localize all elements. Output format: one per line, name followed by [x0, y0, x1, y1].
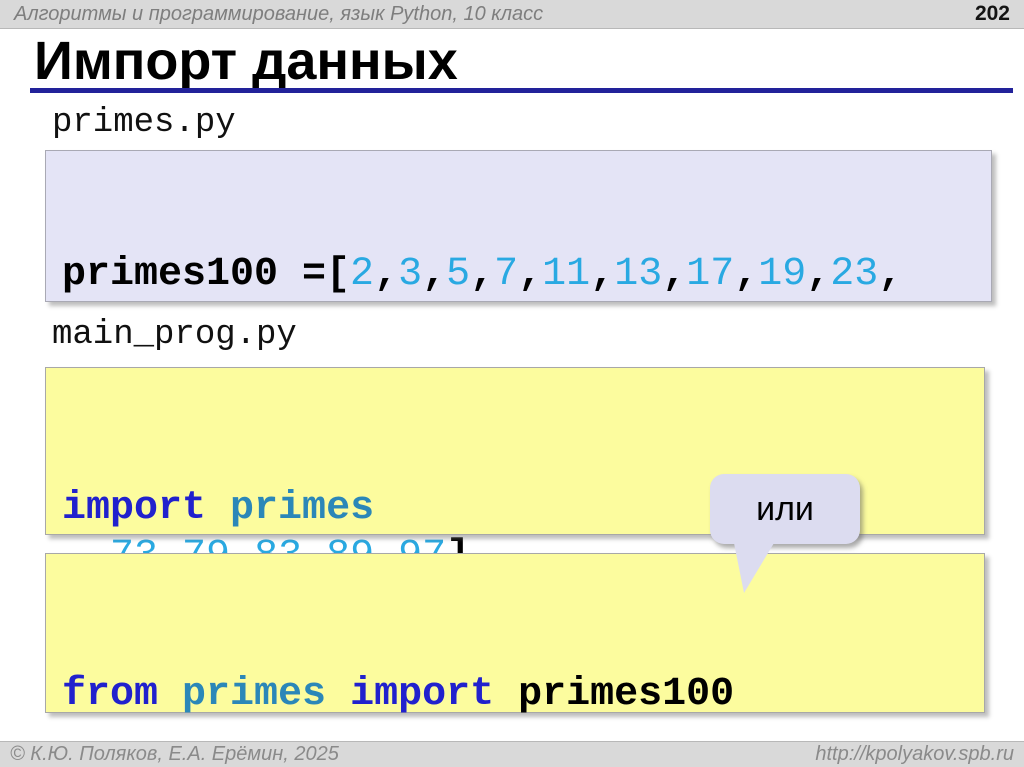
code-token: primes	[182, 672, 326, 717]
code-token: ,	[734, 252, 758, 297]
copyright-text: © К.Ю. Поляков, Е.А. Ерёмин, 2025	[10, 743, 815, 766]
page-number: 202	[975, 2, 1010, 26]
code-token: primes100 =[	[62, 252, 350, 297]
code-token: import	[350, 672, 494, 717]
code-token: 17	[686, 252, 734, 297]
code-token: ,	[518, 252, 542, 297]
page-title: Импорт данных	[34, 34, 458, 88]
footer-bar: © К.Ю. Поляков, Е.А. Ерёмин, 2025 http:/…	[0, 741, 1024, 767]
title-underline	[30, 88, 1013, 93]
code-token: ,	[470, 252, 494, 297]
code-token	[158, 672, 182, 717]
code-token: ,	[878, 252, 902, 297]
file-label-main: main_prog.py	[52, 316, 297, 354]
or-callout-bubble: или	[710, 474, 860, 544]
code-token: ,	[590, 252, 614, 297]
import-variant-2-box: from primes import primes100 for p in pr…	[45, 553, 985, 713]
code-token: ,	[374, 252, 398, 297]
site-url-link[interactable]: http://kpolyakov.spb.ru	[815, 743, 1014, 766]
code-token: primes	[230, 486, 374, 531]
code-token: 7	[494, 252, 518, 297]
primes-data-box: primes100 =[2,3,5,7,11,13,17,19,23, 29,3…	[45, 150, 992, 302]
code-token: 11	[542, 252, 590, 297]
code-token: 3	[398, 252, 422, 297]
slide: Алгоритмы и программирование, язык Pytho…	[0, 0, 1024, 767]
code-token: 19	[758, 252, 806, 297]
header-bar: Алгоритмы и программирование, язык Pytho…	[0, 0, 1024, 29]
code-token: ,	[662, 252, 686, 297]
code-line: from primes import primes100	[62, 668, 984, 721]
code-token	[326, 672, 350, 717]
code-token: 2	[350, 252, 374, 297]
code-token: 5	[446, 252, 470, 297]
course-title: Алгоритмы и программирование, язык Pytho…	[14, 3, 975, 26]
code-token: from	[62, 672, 158, 717]
code-token: ,	[422, 252, 446, 297]
code-token: import	[62, 486, 206, 531]
callout-tail	[734, 543, 774, 593]
or-callout-label: или	[756, 490, 814, 529]
code-token: ,	[806, 252, 830, 297]
code-token: 13	[614, 252, 662, 297]
code-line: primes100 =[2,3,5,7,11,13,17,19,23,	[62, 251, 991, 298]
code-token: primes100	[494, 672, 734, 717]
file-label-primes: primes.py	[52, 104, 236, 142]
code-token: 23	[830, 252, 878, 297]
code-token	[206, 486, 230, 531]
